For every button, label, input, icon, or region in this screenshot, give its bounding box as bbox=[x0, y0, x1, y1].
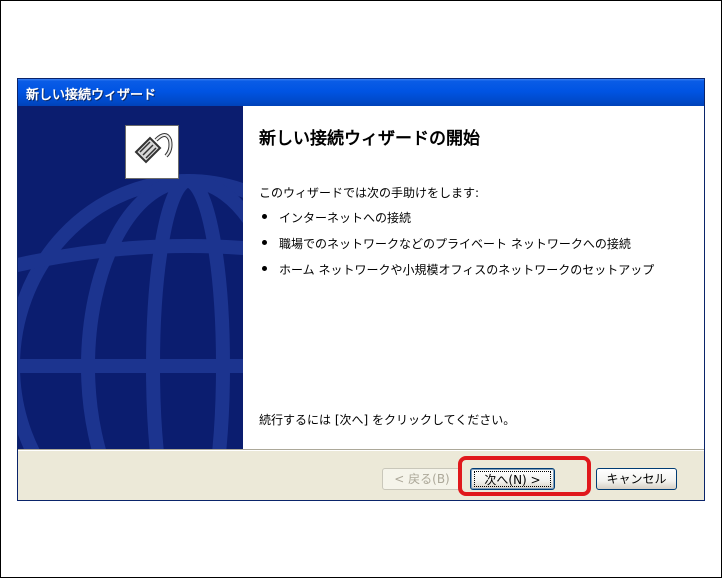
title-bar[interactable]: 新しい接続ウィザード bbox=[18, 79, 704, 106]
wizard-intro: このウィザードでは次の手助けをします: bbox=[259, 186, 480, 200]
next-button-highlight bbox=[458, 456, 591, 496]
wizard-heading: 新しい接続ウィザードの開始 bbox=[259, 129, 480, 149]
continue-instruction: 続行するには [次へ] をクリックしてください。 bbox=[259, 413, 516, 427]
back-button-label: < 戻る(B) bbox=[394, 472, 450, 486]
connection-wizard-dialog: 新しい接続ウィザード 新しい接続ウィザードの開始 このウィザードでは次の手助けを bbox=[17, 78, 705, 501]
button-divider bbox=[18, 449, 704, 451]
network-cable-icon bbox=[125, 125, 179, 179]
wizard-content: 新しい接続ウィザードの開始 このウィザードでは次の手助けをします: インターネッ… bbox=[243, 106, 704, 449]
list-item: インターネットへの接続 bbox=[259, 209, 654, 235]
list-item: 職場でのネットワークなどのプライベート ネットワークへの接続 bbox=[259, 235, 654, 261]
wizard-sidebar bbox=[18, 106, 243, 449]
feature-list: インターネットへの接続 職場でのネットワークなどのプライベート ネットワークへの… bbox=[259, 209, 654, 287]
back-button[interactable]: < 戻る(B) bbox=[382, 468, 462, 490]
window-title: 新しい接続ウィザード bbox=[26, 88, 157, 103]
cancel-button-label: キャンセル bbox=[606, 472, 667, 486]
list-item: ホーム ネットワークや小規模オフィスのネットワークのセットアップ bbox=[259, 261, 654, 287]
cancel-button[interactable]: キャンセル bbox=[596, 468, 677, 490]
